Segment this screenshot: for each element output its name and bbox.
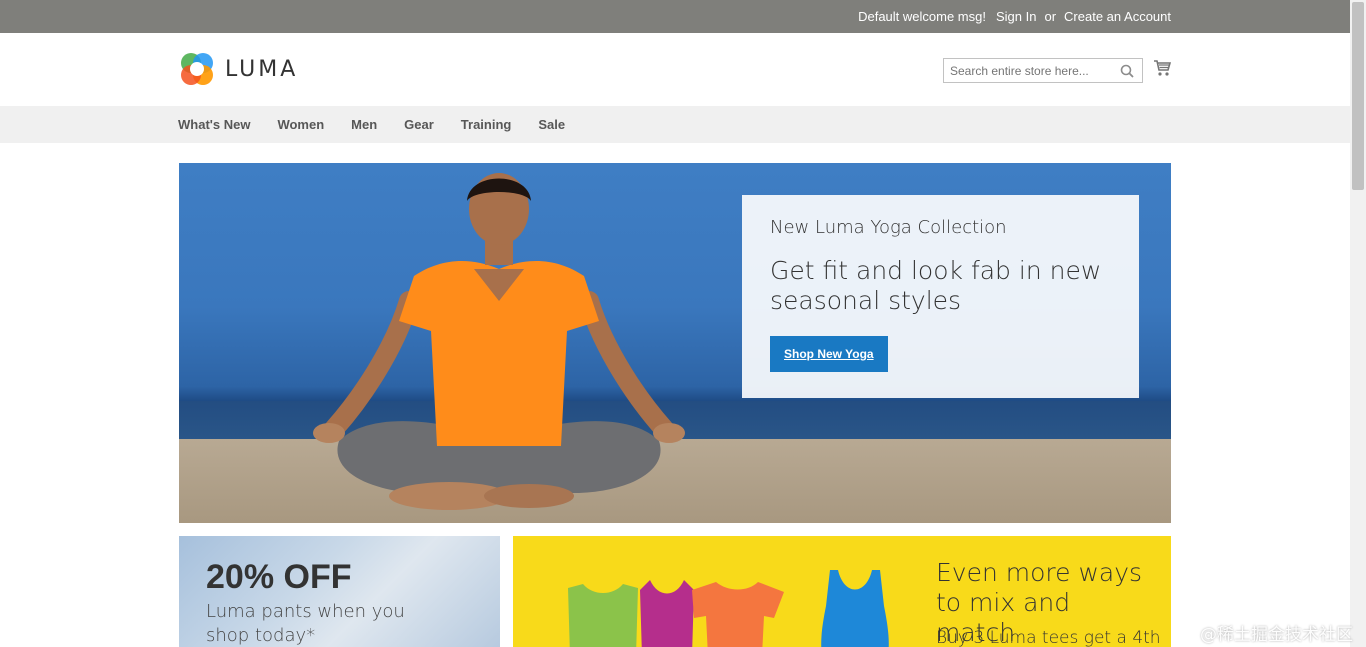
nav-item-sale[interactable]: Sale <box>538 117 565 132</box>
cart-icon[interactable] <box>1153 59 1171 77</box>
header-links: Default welcome msg! Sign In or Create a… <box>858 0 1171 33</box>
create-account-link[interactable]: Create an Account <box>1064 9 1171 24</box>
logo-text: LUMA <box>225 56 299 82</box>
watermark-text: @稀土掘金技术社区 <box>1200 625 1353 645</box>
scrollbar-thumb[interactable] <box>1352 2 1364 190</box>
top-bar: Default welcome msg! Sign In or Create a… <box>0 0 1350 33</box>
hero-banner[interactable]: New Luma Yoga Collection Get fit and loo… <box>179 163 1171 523</box>
shop-new-yoga-button[interactable]: Shop New Yoga <box>770 336 888 372</box>
tees-image <box>568 570 889 647</box>
welcome-message: Default welcome msg! <box>858 9 986 24</box>
search-input[interactable] <box>944 59 1114 82</box>
pants-promo-banner[interactable]: 20% OFF Luma pants when you shop today* <box>179 536 500 647</box>
promo-tees-description: Buy 3 Luma tees get a 4th <box>936 628 1161 647</box>
nav-item-whats-new[interactable]: What's New <box>178 117 250 132</box>
nav-item-gear[interactable]: Gear <box>404 117 434 132</box>
nav-item-women[interactable]: Women <box>277 117 324 132</box>
promo-discount-headline: 20% OFF <box>206 558 352 596</box>
luma-logo-icon <box>181 53 213 85</box>
nav-item-men[interactable]: Men <box>351 117 377 132</box>
nav-item-training[interactable]: Training <box>461 117 512 132</box>
site-header: LUMA <box>0 33 1350 106</box>
tees-promo-banner[interactable]: Even more ways to mix and match Buy 3 Lu… <box>513 536 1171 647</box>
search-box <box>943 58 1143 83</box>
sign-in-link[interactable]: Sign In <box>996 9 1036 24</box>
or-separator: or <box>1044 9 1057 24</box>
yoga-woman-image <box>313 173 685 510</box>
hero-title: Get fit and look fab in new seasonal sty… <box>770 256 1102 315</box>
hero-subtitle: New Luma Yoga Collection <box>770 217 1007 238</box>
hero-content-box: New Luma Yoga Collection Get fit and loo… <box>742 195 1139 398</box>
luma-logo[interactable]: LUMA <box>179 51 298 87</box>
main-navigation: What's New Women Men Gear Training Sale <box>0 106 1350 143</box>
nav-list: What's New Women Men Gear Training Sale <box>178 106 592 143</box>
page-scrollbar[interactable] <box>1350 0 1366 647</box>
search-icon[interactable] <box>1120 64 1134 78</box>
promo-discount-description: Luma pants when you shop today* <box>206 601 405 646</box>
